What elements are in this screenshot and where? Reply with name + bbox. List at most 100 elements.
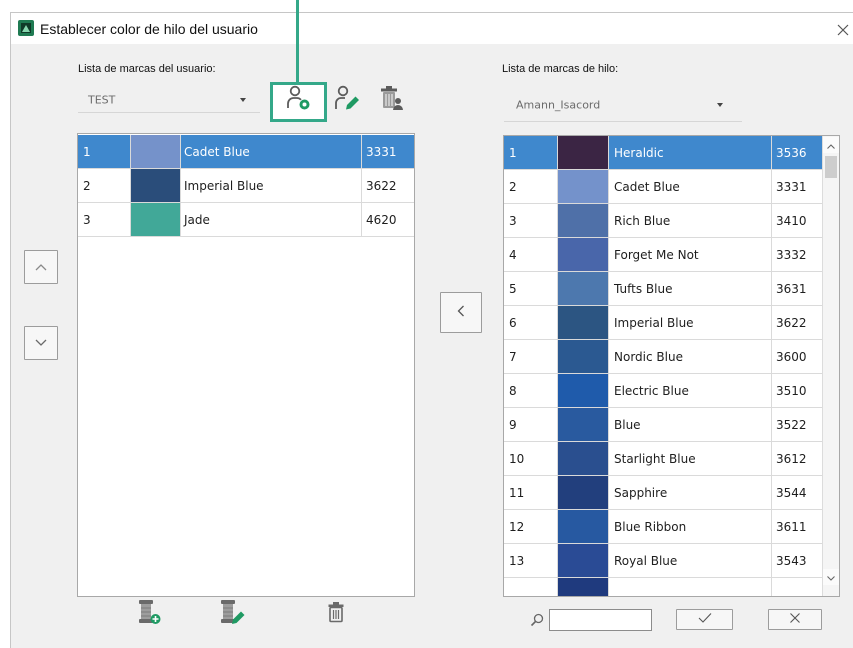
thread-brand-select[interactable]: Amann_Isacord [504, 88, 742, 122]
app-icon [18, 20, 34, 36]
row-index-text: 12 [509, 519, 525, 534]
callout-line [296, 0, 299, 83]
color-swatch [131, 169, 181, 202]
thread-code-cell: 3622 [772, 306, 822, 339]
brand-thread-row[interactable]: 7 Nordic Blue 3600 [504, 340, 822, 374]
color-swatch [558, 170, 609, 203]
brand-thread-row[interactable]: 2 Cadet Blue 3331 [504, 170, 822, 204]
row-index-text: 3 [509, 213, 517, 228]
scrollbar-thumb[interactable] [825, 156, 837, 178]
add-user-brand-button[interactable] [284, 85, 312, 114]
chevron-down-icon [35, 334, 47, 352]
chevron-up-icon [827, 136, 835, 154]
brand-thread-row[interactable]: 13 Royal Blue 3543 [504, 544, 822, 578]
color-swatch [558, 306, 609, 339]
chevron-down-icon [717, 102, 723, 107]
brand-thread-row[interactable]: 5 Tufts Blue 3631 [504, 272, 822, 306]
color-swatch [558, 544, 609, 577]
color-swatch [558, 272, 609, 305]
row-index-text: 4 [509, 247, 517, 262]
row-index-cell [504, 578, 558, 596]
thread-code-cell: 3631 [772, 272, 822, 305]
thread-code-text: 3331 [366, 144, 397, 159]
thread-code-text: 4620 [366, 212, 397, 227]
brand-thread-row[interactable]: 12 Blue Ribbon 3611 [504, 510, 822, 544]
thread-code-cell [772, 578, 822, 596]
cancel-button[interactable] [768, 609, 822, 630]
row-index-cell: 6 [504, 306, 558, 339]
thread-name-cell: Cadet Blue [609, 170, 772, 203]
list-scrollbar[interactable] [822, 136, 839, 596]
delete-user-brand-button[interactable] [378, 84, 406, 117]
chevron-down-icon [827, 568, 835, 586]
user-thread-rows: 1 Cadet Blue 3331 2 Imperial Blue 3622 3 Jade 46… [78, 135, 414, 237]
brand-thread-row[interactable]: 8 Electric Blue 3510 [504, 374, 822, 408]
row-index-cell: 7 [504, 340, 558, 373]
user-thread-row[interactable]: 2 Imperial Blue 3622 [78, 169, 414, 203]
brand-thread-row[interactable]: 6 Imperial Blue 3622 [504, 306, 822, 340]
row-index-cell: 11 [504, 476, 558, 509]
thread-name-text: Tufts Blue [614, 281, 673, 296]
thread-code-cell: 3600 [772, 340, 822, 373]
thread-name-cell: Blue Ribbon [609, 510, 772, 543]
thread-name-cell: Jade [181, 203, 362, 236]
brand-thread-list[interactable]: 1 Heraldic 3536 2 Cadet Blue 3331 3 Rich Blue 34… [503, 135, 840, 597]
thread-code-text: 3622 [366, 178, 397, 193]
color-swatch [131, 203, 181, 236]
row-index-text: 8 [509, 383, 517, 398]
edit-user-brand-button[interactable] [333, 85, 361, 114]
user-brand-select-value: TEST [88, 93, 116, 107]
color-swatch [558, 510, 609, 543]
user-thread-row[interactable]: 1 Cadet Blue 3331 [78, 135, 414, 169]
color-swatch [558, 476, 609, 509]
brand-thread-row[interactable] [504, 578, 822, 596]
brand-thread-row[interactable]: 9 Blue 3522 [504, 408, 822, 442]
search-input[interactable] [549, 609, 652, 631]
user-thread-row[interactable]: 3 Jade 4620 [78, 203, 414, 237]
thread-name-cell: Tufts Blue [609, 272, 772, 305]
brand-thread-row[interactable]: 10 Starlight Blue 3612 [504, 442, 822, 476]
row-index-cell: 10 [504, 442, 558, 475]
accept-button[interactable] [676, 609, 733, 630]
add-thread-button[interactable] [136, 599, 162, 628]
thread-code-cell: 3611 [772, 510, 822, 543]
thread-code-text: 3510 [776, 383, 807, 398]
row-index-cell: 2 [78, 169, 131, 202]
user-brand-select[interactable]: TEST [78, 88, 260, 113]
delete-thread-button[interactable] [325, 601, 347, 627]
thread-name-text: Heraldic [614, 145, 664, 160]
close-icon[interactable] [837, 23, 849, 36]
thread-name-cell: Starlight Blue [609, 442, 772, 475]
row-index-cell: 3 [78, 203, 131, 236]
brand-thread-row[interactable]: 1 Heraldic 3536 [504, 136, 822, 170]
brand-thread-row[interactable]: 4 Forget Me Not 3332 [504, 238, 822, 272]
thread-name-text: Sapphire [614, 485, 668, 500]
thread-code-text: 3331 [776, 179, 807, 194]
edit-thread-button[interactable] [218, 599, 246, 628]
user-thread-list[interactable]: 1 Cadet Blue 3331 2 Imperial Blue 3622 3 Jade 46… [77, 133, 415, 597]
thread-code-cell: 3544 [772, 476, 822, 509]
thread-name-text: Imperial Blue [614, 315, 694, 330]
thread-name-text: Nordic Blue [614, 349, 683, 364]
thread-code-cell: 3622 [362, 169, 414, 202]
scroll-up-button[interactable] [823, 137, 839, 153]
thread-code-text: 3611 [776, 519, 807, 534]
check-icon [697, 611, 713, 629]
thread-name-cell: Cadet Blue [181, 135, 362, 168]
copy-to-user-list-button[interactable] [440, 292, 482, 333]
thread-code-text: 3544 [776, 485, 807, 500]
thread-name-cell [609, 578, 772, 596]
brand-thread-row[interactable]: 3 Rich Blue 3410 [504, 204, 822, 238]
thread-name-text: Rich Blue [614, 213, 671, 228]
brand-thread-row[interactable]: 11 Sapphire 3544 [504, 476, 822, 510]
move-down-button[interactable] [24, 326, 58, 360]
row-index-text: 6 [509, 315, 517, 330]
thread-code-text: 3631 [776, 281, 807, 296]
row-index-text: 2 [83, 178, 91, 193]
move-up-button[interactable] [24, 250, 58, 284]
delete-user-icon [378, 84, 406, 117]
row-index-cell: 8 [504, 374, 558, 407]
chevron-left-icon [457, 304, 465, 322]
scroll-down-button[interactable] [823, 569, 839, 585]
color-swatch [558, 136, 609, 169]
